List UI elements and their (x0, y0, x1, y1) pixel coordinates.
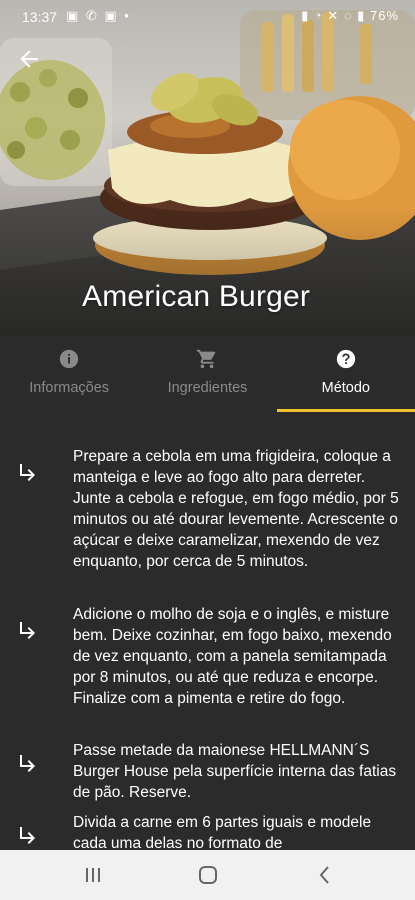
step-text: Prepare a cebola em uma frigideira, colo… (73, 448, 399, 570)
back-nav-button[interactable] (310, 862, 340, 888)
hero-image: 13:37 ▣ ✆ ▣ • ▮ ◔ ✕ ◌ ▮ 76% American Bur… (0, 0, 415, 336)
recents-icon (86, 868, 100, 882)
tab-label: Ingredientes (167, 380, 248, 396)
method-steps-list[interactable]: Prepare a cebola em uma frigideira, colo… (0, 412, 415, 850)
back-nav-icon (319, 866, 329, 884)
system-nav-bar (0, 850, 415, 900)
battery-level: 76% (369, 8, 399, 23)
step-text: Adicione o molho de soja e o inglês, e m… (73, 606, 392, 707)
hero-shade (0, 206, 415, 336)
arrow-left-icon (20, 50, 38, 68)
subdirectory-arrow-icon (20, 464, 35, 481)
tab-informacoes[interactable]: Informações (0, 336, 138, 412)
tab-metodo[interactable]: Método (276, 336, 415, 412)
help-icon (336, 349, 355, 369)
subdirectory-arrow-icon (20, 827, 35, 844)
tab-label: Informações (29, 380, 110, 396)
back-button[interactable] (12, 46, 46, 76)
tab-ingredientes[interactable]: Ingredientes (138, 336, 276, 412)
system-icons: ▮ ◔ ✕ ◌ ▮ (301, 8, 366, 23)
subdirectory-arrow-icon (20, 755, 35, 772)
notification-icons: ▣ ✆ ▣ • (66, 8, 131, 23)
status-time: 13:37 (22, 9, 58, 25)
info-icon (59, 349, 79, 369)
status-right: ▮ ◔ ✕ ◌ ▮ 76% (301, 8, 399, 24)
cart-icon (197, 349, 216, 369)
recipe-title: American Burger (82, 280, 311, 313)
subdirectory-arrow-icon (20, 622, 35, 639)
status-bar: 13:37 ▣ ✆ ▣ • ▮ ◔ ✕ ◌ ▮ 76% (0, 0, 415, 34)
home-icon (199, 866, 217, 884)
step-text: Divida a carne em 6 partes iguais e mode… (73, 814, 372, 850)
home-button[interactable] (193, 862, 223, 888)
tab-bar: Informações Ingredientes Método (0, 336, 415, 412)
tab-label: Método (321, 380, 370, 396)
recents-button[interactable] (78, 862, 108, 888)
step-text: Passe metade da maionese HELLMANN´S Burg… (73, 742, 397, 801)
